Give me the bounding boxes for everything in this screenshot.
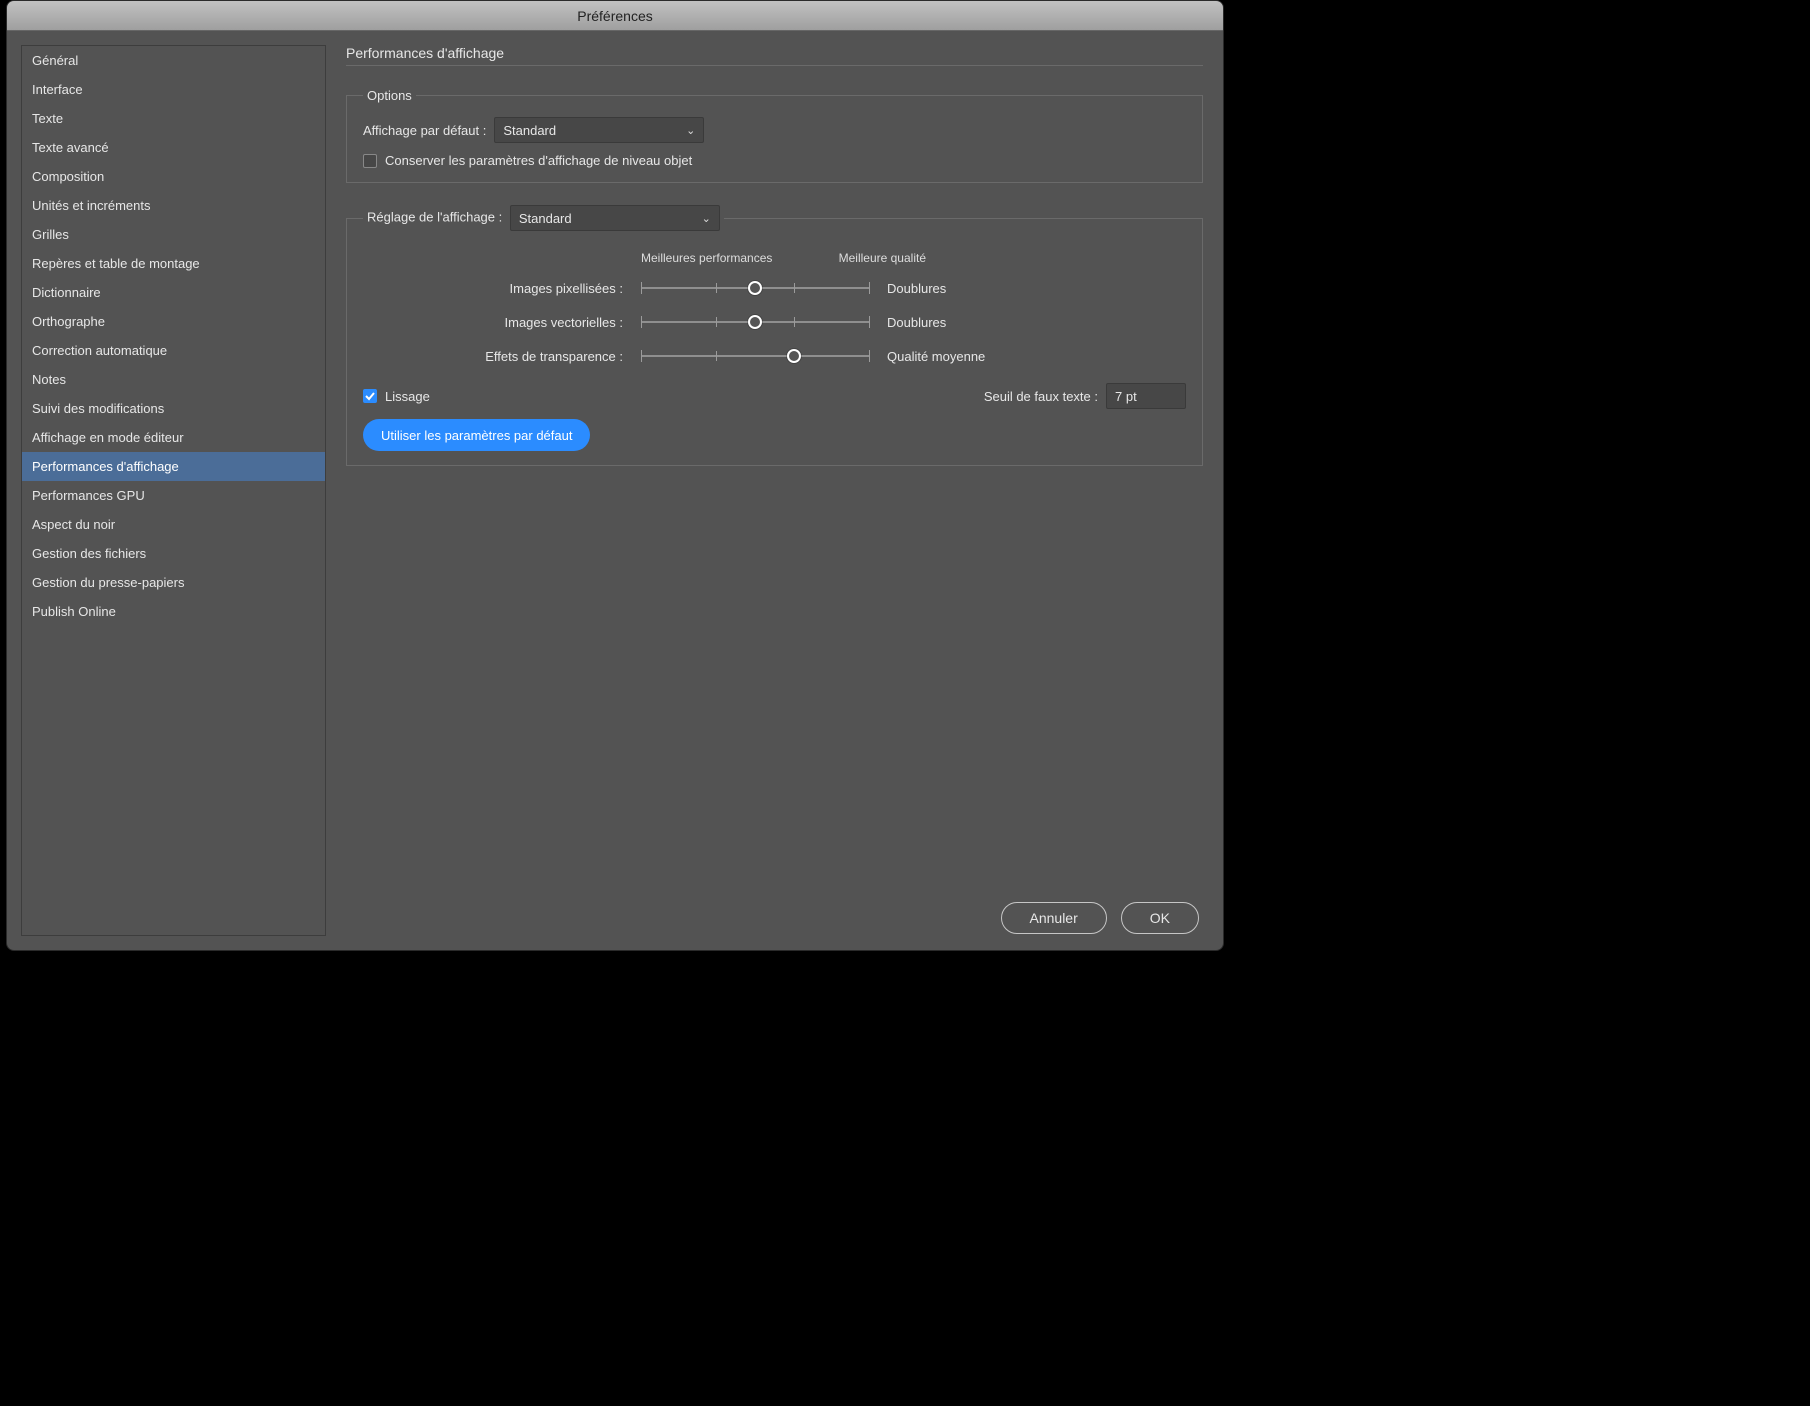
window-titlebar: Préférences bbox=[7, 1, 1223, 31]
reset-defaults-button[interactable]: Utiliser les paramètres par défaut bbox=[363, 419, 590, 451]
antialias-checkbox[interactable] bbox=[363, 389, 377, 403]
sidebar-item[interactable]: Général bbox=[22, 46, 325, 75]
display-settings-section: Réglage de l'affichage : Standard ⌄ Meil… bbox=[346, 205, 1203, 466]
slider-caption: Effets de transparence : bbox=[363, 349, 623, 364]
slider-caption: Images vectorielles : bbox=[363, 315, 623, 330]
slider[interactable] bbox=[641, 312, 869, 332]
sidebar-item[interactable]: Orthographe bbox=[22, 307, 325, 336]
fake-text-threshold-input[interactable]: 7 pt bbox=[1106, 383, 1186, 409]
slider-knob[interactable] bbox=[748, 315, 762, 329]
display-settings-value: Standard bbox=[519, 211, 572, 226]
default-display-label: Affichage par défaut : bbox=[363, 123, 486, 138]
sidebar-item[interactable]: Gestion des fichiers bbox=[22, 539, 325, 568]
cancel-button[interactable]: Annuler bbox=[1001, 902, 1107, 934]
main-panel: Performances d'affichage Options Afficha… bbox=[326, 31, 1223, 950]
slider-caption: Images pixellisées : bbox=[363, 281, 623, 296]
sidebar-item[interactable]: Affichage en mode éditeur bbox=[22, 423, 325, 452]
page-title: Performances d'affichage bbox=[346, 45, 1203, 66]
display-lower-row: Lissage Seuil de faux texte : 7 pt bbox=[363, 383, 1186, 409]
fake-text-threshold-label: Seuil de faux texte : bbox=[984, 389, 1098, 404]
sidebar-item[interactable]: Unités et incréments bbox=[22, 191, 325, 220]
preserve-object-checkbox[interactable] bbox=[363, 154, 377, 168]
scale-right-label: Meilleure qualité bbox=[839, 251, 926, 265]
sidebar-item[interactable]: Performances GPU bbox=[22, 481, 325, 510]
chevron-down-icon: ⌄ bbox=[702, 212, 711, 225]
slider-grid: Meilleures performances Meilleure qualit… bbox=[363, 251, 1186, 373]
sidebar-item[interactable]: Texte bbox=[22, 104, 325, 133]
options-section: Options Affichage par défaut : Standard … bbox=[346, 88, 1203, 183]
sidebar-item[interactable]: Performances d'affichage bbox=[22, 452, 325, 481]
window-content: GénéralInterfaceTexteTexte avancéComposi… bbox=[7, 31, 1223, 950]
preserve-object-row: Conserver les paramètres d'affichage de … bbox=[363, 153, 1186, 168]
display-settings-legend-label: Réglage de l'affichage : bbox=[367, 209, 502, 224]
preferences-window: Préférences GénéralInterfaceTexteTexte a… bbox=[6, 0, 1224, 951]
sidebar-item[interactable]: Correction automatique bbox=[22, 336, 325, 365]
preserve-object-label: Conserver les paramètres d'affichage de … bbox=[385, 153, 692, 168]
slider-value-label: Doublures bbox=[887, 281, 946, 296]
sidebar-item[interactable]: Interface bbox=[22, 75, 325, 104]
sidebar-item[interactable]: Gestion du presse-papiers bbox=[22, 568, 325, 597]
options-legend: Options bbox=[363, 88, 416, 103]
sidebar-item[interactable]: Composition bbox=[22, 162, 325, 191]
default-display-value: Standard bbox=[503, 123, 556, 138]
slider-row: Images vectorielles : Doublures bbox=[363, 305, 1186, 339]
scale-left-label: Meilleures performances bbox=[641, 251, 772, 265]
slider-row: Effets de transparence : Qualité moyenne bbox=[363, 339, 1186, 373]
slider-knob[interactable] bbox=[787, 349, 801, 363]
default-display-select[interactable]: Standard ⌄ bbox=[494, 117, 704, 143]
slider-value-label: Qualité moyenne bbox=[887, 349, 985, 364]
sidebar-item[interactable]: Texte avancé bbox=[22, 133, 325, 162]
dialog-footer: Annuler OK bbox=[1001, 902, 1200, 934]
sidebar-item[interactable]: Suivi des modifications bbox=[22, 394, 325, 423]
slider[interactable] bbox=[641, 278, 869, 298]
slider-scale-labels: Meilleures performances Meilleure qualit… bbox=[363, 251, 1186, 265]
fake-text-threshold-value: 7 pt bbox=[1115, 389, 1137, 404]
sidebar-item[interactable]: Grilles bbox=[22, 220, 325, 249]
default-display-row: Affichage par défaut : Standard ⌄ bbox=[363, 117, 1186, 143]
sidebar: GénéralInterfaceTexteTexte avancéComposi… bbox=[21, 45, 326, 936]
antialias-label: Lissage bbox=[385, 389, 430, 404]
sidebar-item[interactable]: Aspect du noir bbox=[22, 510, 325, 539]
sidebar-item[interactable]: Notes bbox=[22, 365, 325, 394]
slider-row: Images pixellisées : Doublures bbox=[363, 271, 1186, 305]
slider-knob[interactable] bbox=[748, 281, 762, 295]
window-title: Préférences bbox=[577, 8, 652, 24]
sidebar-item[interactable]: Dictionnaire bbox=[22, 278, 325, 307]
sidebar-item[interactable]: Repères et table de montage bbox=[22, 249, 325, 278]
display-settings-legend: Réglage de l'affichage : Standard ⌄ bbox=[363, 205, 724, 231]
sidebar-item[interactable]: Publish Online bbox=[22, 597, 325, 626]
slider[interactable] bbox=[641, 346, 869, 366]
display-settings-select[interactable]: Standard ⌄ bbox=[510, 205, 720, 231]
ok-button[interactable]: OK bbox=[1121, 902, 1199, 934]
chevron-down-icon: ⌄ bbox=[686, 124, 695, 137]
slider-value-label: Doublures bbox=[887, 315, 946, 330]
